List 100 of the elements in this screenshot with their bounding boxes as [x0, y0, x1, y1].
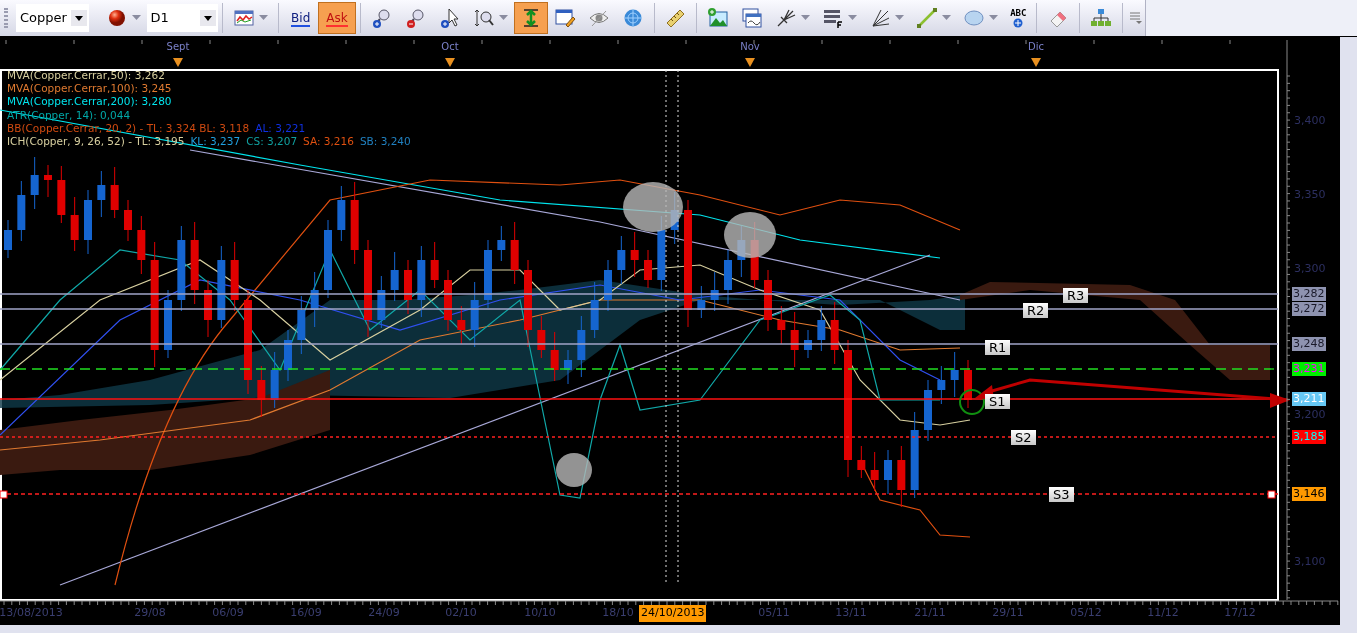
candlestick: [137, 215, 146, 275]
candlestick: [590, 281, 599, 339]
add-text-button[interactable]: ABC: [1004, 2, 1033, 34]
candlestick: [550, 331, 559, 382]
date-label: 06/09: [212, 605, 244, 621]
month-label: Nov: [740, 40, 760, 54]
date-label: 21/11: [914, 605, 946, 621]
legend-text: SA: 3,216: [303, 135, 354, 148]
month-label: Oct: [441, 40, 459, 54]
candlestick: [964, 359, 972, 409]
candlestick: [604, 259, 612, 312]
candlestick: [870, 451, 879, 492]
list-f-icon: [822, 7, 845, 29]
symbol-dropdown[interactable]: Copper: [16, 4, 90, 32]
zoom-in-icon: [370, 7, 393, 29]
level-label: R3: [1063, 288, 1089, 303]
caret-icon: [942, 15, 952, 21]
level-label: R2: [1023, 303, 1049, 318]
price-tick-label: 3,100: [1294, 555, 1326, 568]
candlestick: [377, 275, 386, 329]
candlestick: [337, 185, 346, 242]
legend-text: MVA(Copper.Cerrar,50): 3,262: [7, 69, 165, 82]
legend-text: KL: 3,237: [190, 135, 241, 148]
candlestick: [790, 311, 799, 368]
candlestick: [857, 445, 866, 479]
marker-icon: [745, 58, 755, 67]
date-label: 10/10: [524, 605, 556, 621]
candlestick: [884, 449, 892, 495]
date-label: 29/11: [992, 605, 1024, 621]
date-label: 13/11: [835, 605, 867, 621]
candlestick: [57, 165, 66, 224]
candlestick: [297, 295, 306, 355]
price-tick-label: 3,300: [1294, 262, 1326, 275]
candlestick: [830, 301, 839, 365]
candlestick: [644, 249, 652, 289]
price-tag: 3,272: [1292, 302, 1326, 316]
window-edit-icon: [553, 7, 576, 29]
candlestick: [44, 164, 52, 198]
candlestick: [30, 156, 39, 210]
candlestick: [230, 241, 239, 312]
caret-icon: [131, 15, 141, 21]
candlestick: [497, 225, 506, 262]
legend-text: MVA(Copper.Cerrar,200): 3,280: [7, 95, 172, 109]
price-tag: 3,146: [1292, 487, 1326, 501]
caret-icon: [895, 15, 905, 21]
candlestick: [510, 221, 519, 285]
candlestick: [70, 196, 79, 252]
legend-text: CS: 3,207: [246, 135, 298, 148]
price-tag: 3,248: [1292, 337, 1326, 351]
candlestick: [804, 329, 812, 359]
candlestick: [484, 239, 492, 309]
highlight-ellipse: [623, 182, 683, 232]
price-tag: 3,231: [1292, 362, 1326, 376]
candlestick: [924, 379, 932, 442]
caret-icon: [989, 15, 999, 21]
candlestick: [97, 170, 106, 218]
ellipse-icon: [963, 7, 986, 29]
candlestick: [257, 365, 266, 418]
price-tick-label: 3,200: [1294, 408, 1326, 421]
candlestick: [537, 315, 546, 359]
candlestick: [470, 281, 479, 348]
caret-icon: [71, 10, 88, 26]
caret-icon: [259, 15, 269, 21]
quote-bid-button[interactable]: Bid: [283, 2, 319, 34]
plus-icon: [1013, 17, 1024, 28]
chart-window-icon: [741, 7, 764, 29]
date-label: 18/10: [602, 605, 634, 621]
date-label: 11/12: [1147, 605, 1179, 621]
candlestick: [84, 189, 92, 255]
price-tick-label: 3,400: [1294, 114, 1326, 127]
level-label: S1: [985, 394, 1010, 409]
candlestick: [724, 249, 732, 305]
timeframe-dropdown[interactable]: D1: [146, 4, 219, 32]
marker-icon: [1031, 58, 1041, 67]
month-label: Dic: [1028, 40, 1044, 54]
candlestick: [630, 231, 639, 278]
toolbar-grip[interactable]: [4, 8, 8, 28]
overflow-menu-icon[interactable]: [1129, 11, 1143, 25]
candlestick: [577, 315, 586, 378]
caret-icon: [801, 15, 811, 21]
ruler-icon: [664, 7, 687, 29]
candlestick: [284, 329, 292, 382]
candlestick: [897, 445, 906, 508]
price-tag: 3,185: [1292, 430, 1326, 444]
pitchfork-icon: [775, 7, 798, 29]
vertical-autoscale-button[interactable]: [513, 2, 548, 34]
month-label: Sept: [166, 40, 190, 54]
candlestick: [937, 365, 946, 405]
date-label: 05/12: [1070, 605, 1102, 621]
date-label: 02/10: [445, 605, 477, 621]
icon-label: ABC: [1010, 8, 1027, 18]
level-label: S2: [1011, 430, 1036, 445]
candlestick: [17, 180, 26, 242]
zoom-out-icon: [404, 7, 427, 29]
highlight-ellipse: [556, 453, 592, 487]
date-label: 29/08: [134, 605, 166, 621]
highlight-ellipse: [724, 212, 776, 258]
marker-icon: [445, 58, 455, 67]
marker-icon: [173, 58, 183, 67]
candlestick: [564, 349, 572, 385]
